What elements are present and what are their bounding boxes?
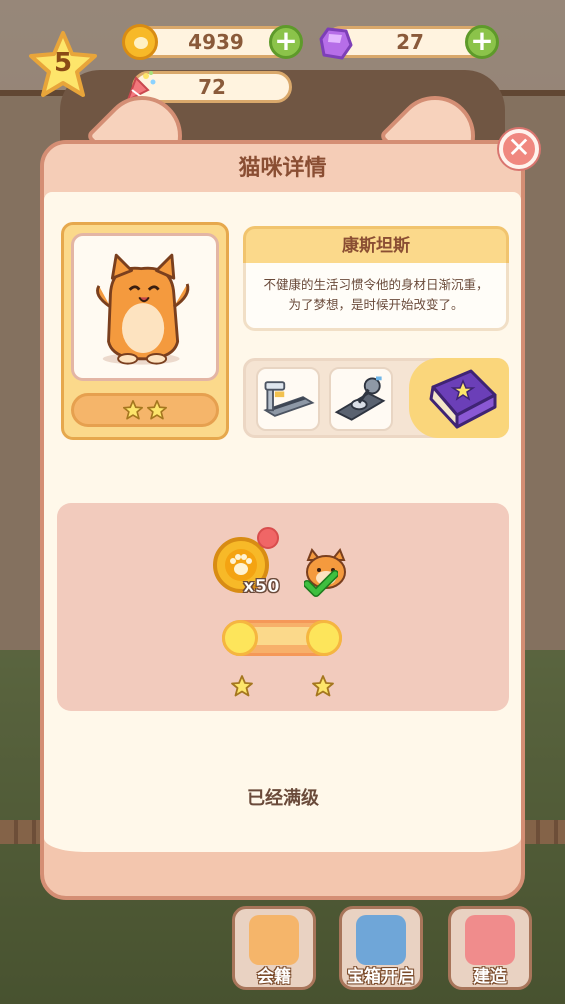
nav-chest-button[interactable]: 宝箱开启 (339, 906, 423, 990)
star-icon (147, 400, 167, 420)
cat-description-line2: 为了梦想，是时候开始改变了。 (288, 297, 464, 312)
upgrade-cost: x50 (243, 576, 280, 598)
cat-portrait (71, 233, 219, 381)
star-icon (312, 675, 334, 697)
max-level-status: 已经满级 (247, 788, 319, 809)
add-gems-button[interactable]: + (465, 25, 499, 59)
progress-node-start (222, 620, 258, 656)
cat-icon (249, 915, 299, 965)
nav-build-label: 建造 (473, 967, 507, 987)
star-icon (123, 400, 143, 420)
rowing-machine-icon (334, 376, 386, 421)
player-level-badge[interactable]: 5 (28, 30, 98, 98)
modal-title: 猫咪详情 (238, 156, 327, 181)
progress-node-end (306, 620, 342, 656)
book-icon[interactable] (425, 365, 500, 433)
chest-icon (356, 915, 406, 965)
coin-icon (122, 24, 158, 60)
nav-chest-label: 宝箱开启 (347, 967, 415, 987)
cat-description-line1: 不健康的生活习惯令他的身材日渐沉重， (263, 277, 489, 292)
close-icon: ✕ (507, 131, 531, 164)
cat-name: 康斯坦斯 (243, 226, 509, 264)
nav-membership-label: 会籍 (257, 967, 291, 987)
check-icon (303, 570, 339, 598)
item-slot-rowing-machine[interactable] (329, 367, 393, 431)
treadmill-icon (263, 381, 315, 417)
upgrade-progress-bar (222, 620, 342, 656)
nav-membership-button[interactable]: 会籍 (232, 906, 316, 990)
player-level: 5 (53, 48, 73, 78)
notification-dot (257, 527, 279, 549)
cat-description: 不健康的生活习惯令他的身材日渐沉重， 为了梦想，是时候开始改变了。 (243, 263, 509, 331)
item-slot-treadmill[interactable] (256, 367, 320, 431)
gem-icon (318, 25, 354, 61)
house-icon (465, 915, 515, 965)
upgrade-panel (57, 503, 509, 711)
cat-star-rating (71, 393, 219, 427)
add-coins-button[interactable]: + (269, 25, 303, 59)
orange-cat-illustration (96, 253, 190, 365)
nav-build-button[interactable]: 建造 (448, 906, 532, 990)
star-icon (231, 675, 253, 697)
close-button[interactable]: ✕ (499, 129, 539, 169)
